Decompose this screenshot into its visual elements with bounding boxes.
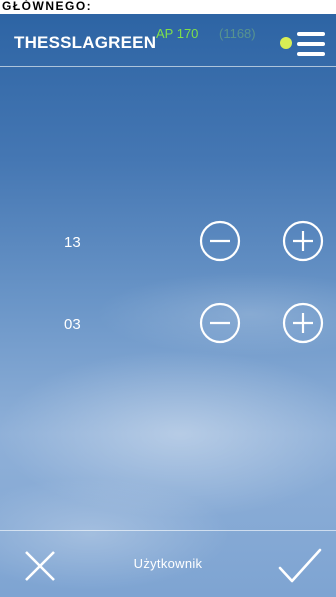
page-caption: GŁÓWNEGO: xyxy=(0,0,336,14)
plus-circle-icon[interactable] xyxy=(282,220,324,262)
minus-circle-icon[interactable] xyxy=(199,220,241,262)
app-screen: THESSLAGREEN AP 170 (1168) 13 03 Użytkow… xyxy=(0,14,336,597)
device-code: (1168) xyxy=(219,26,256,41)
device-model: AP 170 xyxy=(156,26,199,41)
app-header: THESSLAGREEN AP 170 (1168) xyxy=(0,14,336,67)
minute-value: 03 xyxy=(64,316,81,333)
hour-value: 13 xyxy=(64,234,81,251)
status-indicator xyxy=(280,37,292,49)
plus-circle-icon[interactable] xyxy=(282,302,324,344)
check-icon[interactable] xyxy=(276,546,324,586)
brand-name: THESSLAGREEN xyxy=(14,33,157,52)
minus-circle-icon[interactable] xyxy=(199,302,241,344)
hamburger-icon[interactable] xyxy=(295,30,329,58)
action-bar: Użytkownik xyxy=(0,530,336,597)
